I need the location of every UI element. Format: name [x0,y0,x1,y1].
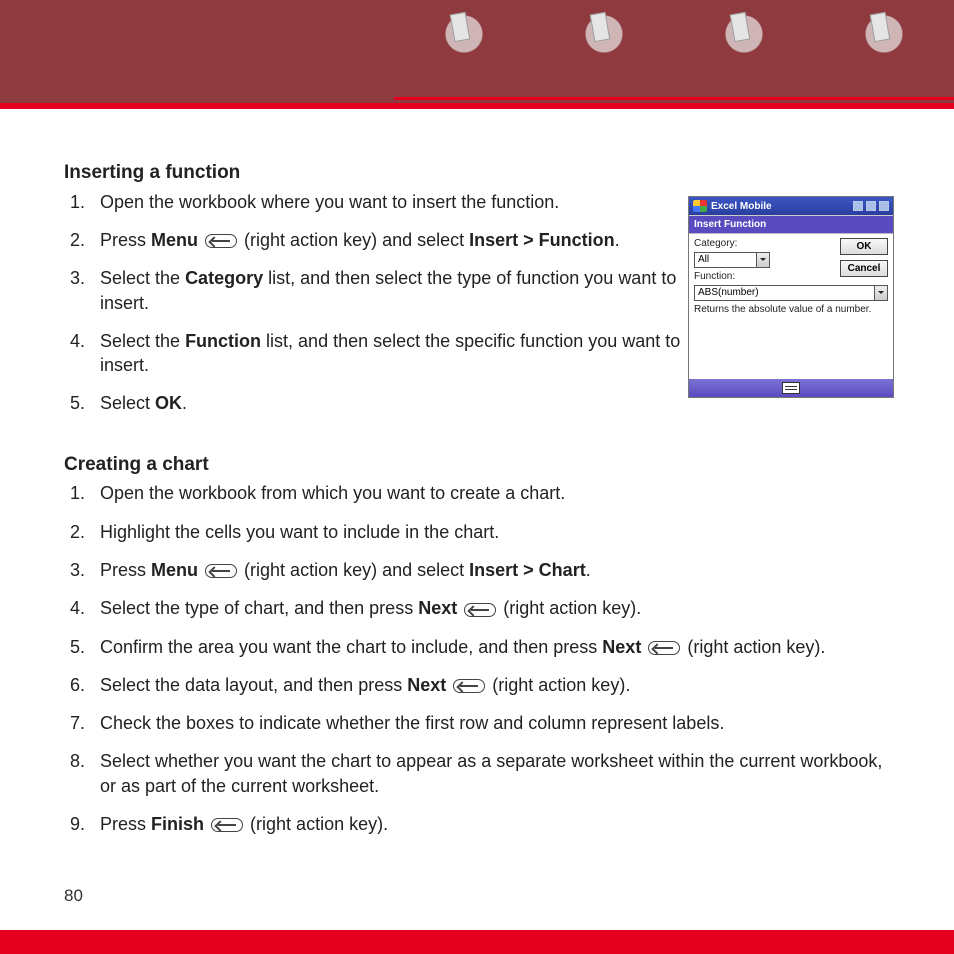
bold-next: Next [418,598,457,618]
step-text: (right action key). [250,814,388,834]
action-key-icon [453,679,485,693]
step-text: Press [100,560,151,580]
list-item: 1.Open the workbook where you want to in… [100,190,684,214]
bold-menu: Menu [151,560,198,580]
step-text: Press [100,814,151,834]
page-number: 80 [64,886,83,906]
screenshot-app-title: Excel Mobile [711,201,849,212]
category-label: Category: [694,238,748,249]
screenshot-titlebar: Excel Mobile [689,197,893,215]
step-text: Select the data layout, and then press [100,675,407,695]
status-icon [853,201,863,211]
person-photo [674,7,814,97]
header-banner [0,0,954,103]
step-text: . [182,393,187,413]
list-item: 4. Select the type of chart, and then pr… [100,596,894,620]
action-key-icon [648,641,680,655]
step-text: (right action key). [687,637,825,657]
windows-flag-icon [693,200,707,212]
list-item: 7.Check the boxes to indicate whether th… [100,711,894,735]
blank-area [694,319,888,377]
bold-finish: Finish [151,814,204,834]
function-description: Returns the absolute value of a number. [694,304,888,315]
step-text: Check the boxes to indicate whether the … [100,713,724,733]
excel-mobile-screenshot: Excel Mobile Insert Function Category: A… [688,196,894,398]
function-label: Function: [694,271,748,282]
keyboard-icon[interactable] [782,382,800,394]
category-select[interactable]: All [694,252,770,268]
action-key-icon [211,818,243,832]
creating-chart-steps: 1.Open the workbook from which you want … [64,481,894,836]
screenshot-footer [689,379,893,397]
step-text: Select the [100,268,185,288]
header-photo-strip [394,0,954,100]
step-text: (right action key). [492,675,630,695]
list-item: 5. Confirm the area you want the chart t… [100,635,894,659]
step-text: . [615,230,620,250]
action-key-icon [205,564,237,578]
bold-menu: Menu [151,230,198,250]
step-text: Select [100,393,155,413]
list-item: 3. Select the Category list, and then se… [100,266,684,315]
function-value: ABS(number) [698,287,759,298]
red-divider [0,103,954,109]
function-select[interactable]: ABS(number) [694,285,888,301]
person-photo [394,7,534,97]
step-text: Select the [100,331,185,351]
step-text: Select the type of chart, and then press [100,598,418,618]
page: Inserting a function 1.Open the workbook… [0,0,954,954]
step-text: Open the workbook from which you want to… [100,483,565,503]
step-text: Select whether you want the chart to app… [100,751,882,795]
list-item: 4. Select the Function list, and then se… [100,329,684,378]
list-item: 8.Select whether you want the chart to a… [100,749,894,798]
battery-icon [879,201,889,211]
list-item: 3. Press Menu (right action key) and sel… [100,558,894,582]
list-item: 5. Select OK. [100,391,684,415]
step-text: (right action key). [503,598,641,618]
action-key-icon [205,234,237,248]
list-item: 2.Highlight the cells you want to includ… [100,520,894,544]
bold-category: Category [185,268,263,288]
list-item: 2. Press Menu (right action key) and sel… [100,228,684,252]
step-text: Press [100,230,151,250]
step-text: Open the workbook where you want to inse… [100,192,559,212]
bold-next: Next [602,637,641,657]
screenshot-dialog-title: Insert Function [689,215,893,234]
section-heading-creating-chart: Creating a chart [64,452,894,478]
bold-path: Insert > Chart [469,560,586,580]
cancel-button[interactable]: Cancel [840,260,888,277]
list-item: 9. Press Finish (right action key). [100,812,894,836]
section-heading-inserting-function: Inserting a function [64,160,894,186]
bold-path: Insert > Function [469,230,615,250]
bold-next: Next [407,675,446,695]
step-text: (right action key) and select [244,230,469,250]
step-text: Confirm the area you want the chart to i… [100,637,602,657]
bold-ok: OK [155,393,182,413]
step-text: Highlight the cells you want to include … [100,522,499,542]
category-value: All [698,254,709,265]
step-text: . [586,560,591,580]
bottom-red-bar [0,930,954,954]
inserting-function-steps: 1.Open the workbook where you want to in… [64,190,684,416]
status-icons [853,201,889,211]
person-photo [534,7,674,97]
step-text: (right action key) and select [244,560,469,580]
person-photo [814,7,954,97]
signal-icon [866,201,876,211]
list-item: 6. Select the data layout, and then pres… [100,673,894,697]
bold-function: Function [185,331,261,351]
list-item: 1.Open the workbook from which you want … [100,481,894,505]
action-key-icon [464,603,496,617]
ok-button[interactable]: OK [840,238,888,255]
